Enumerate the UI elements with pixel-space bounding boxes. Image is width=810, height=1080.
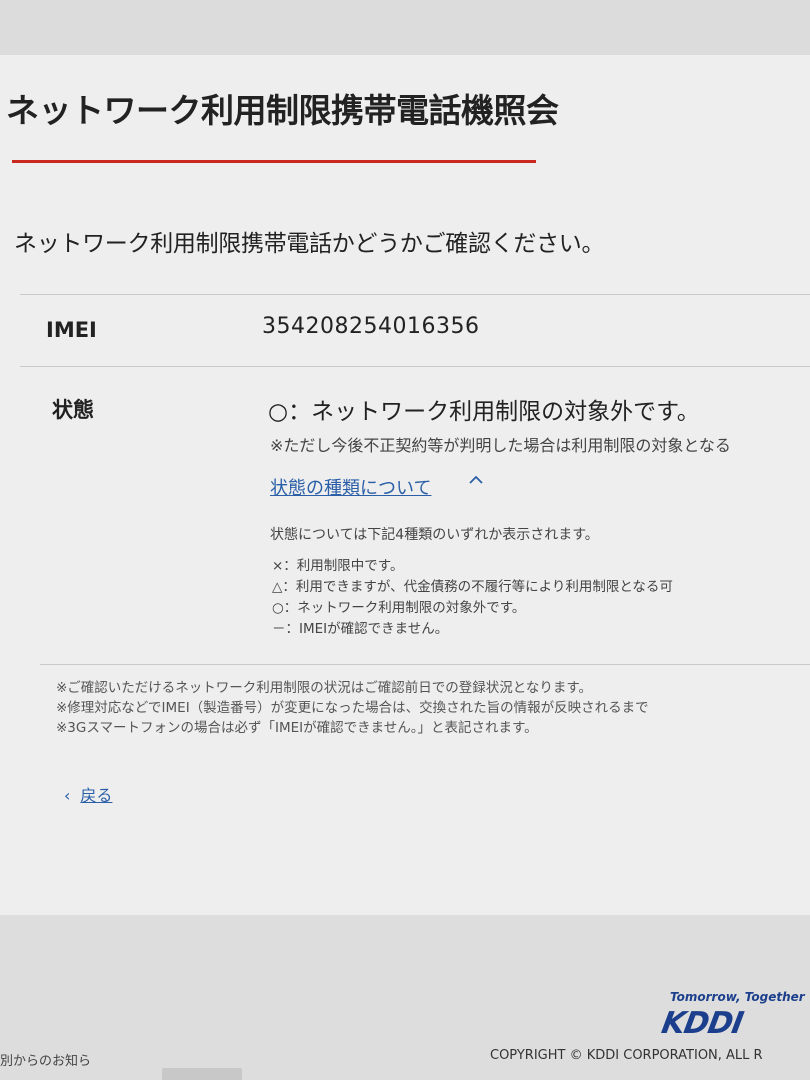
status-result: ○：ネットワーク利用制限の対象外です。 <box>268 399 700 425</box>
note-text: ※ご確認いただけるネットワーク利用制限の状況はご確認前日での登録状況となります。 <box>56 680 593 696</box>
copyright-text: COPYRIGHT © KDDI CORPORATION, ALL R <box>490 1048 763 1063</box>
status-type-item: ×：利用制限中です。 <box>272 558 404 574</box>
kddi-logo[interactable]: KDDI <box>659 1006 745 1041</box>
notes-block: ※ご確認いただけるネットワーク利用制限の状況はご確認前日での登録状況となります。… <box>56 678 649 738</box>
top-band <box>0 0 810 60</box>
page-title: ネットワーク利用制限携帯電話機照会 <box>6 91 559 130</box>
brand-tagline: Tomorrow, Together <box>670 990 805 1004</box>
status-label: 状態 <box>52 398 94 422</box>
status-type-item: －：IMEIが確認できません。 <box>272 621 449 637</box>
footer-notice-link[interactable]: 別からのお知ら <box>0 1050 91 1069</box>
title-underline <box>12 160 536 163</box>
chevron-left-icon: ‹ <box>64 786 71 805</box>
note-text: ※修理対応などでIMEI（製造番号）が変更になった場合は、交換された旨の情報が反… <box>56 700 649 716</box>
status-types-description: 状態については下記4種類のいずれか表示されます。 <box>270 527 599 543</box>
status-note: ※ただし今後不正契約等が判明した場合は利用制限の対象となる <box>270 436 731 455</box>
note-text: ※3Gスマートフォンの場合は必ず「IMEIが確認できません。」と表記されます。 <box>56 720 538 736</box>
lead-text: ネットワーク利用制限携帯電話かどうかご確認ください。 <box>14 231 605 257</box>
chevron-up-icon[interactable] <box>468 472 484 493</box>
status-type-item: △：利用できますが、代金債務の不履行等により利用制限となる可 <box>272 579 673 595</box>
divider <box>20 294 810 295</box>
divider <box>40 664 810 665</box>
footer-tab[interactable] <box>162 1068 242 1080</box>
status-type-item: ○：ネットワーク利用制限の対象外です。 <box>272 600 526 616</box>
imei-label: IMEI <box>46 318 97 342</box>
status-types-list: ×：利用制限中です。 △：利用できますが、代金債務の不履行等により利用制限となる… <box>272 556 673 640</box>
imei-value: 354208254016356 <box>262 314 480 339</box>
back-link[interactable]: ‹ 戻る <box>64 782 112 806</box>
divider <box>20 366 810 367</box>
status-types-link[interactable]: 状態の種類について <box>270 474 431 500</box>
back-link-label: 戻る <box>80 786 113 805</box>
